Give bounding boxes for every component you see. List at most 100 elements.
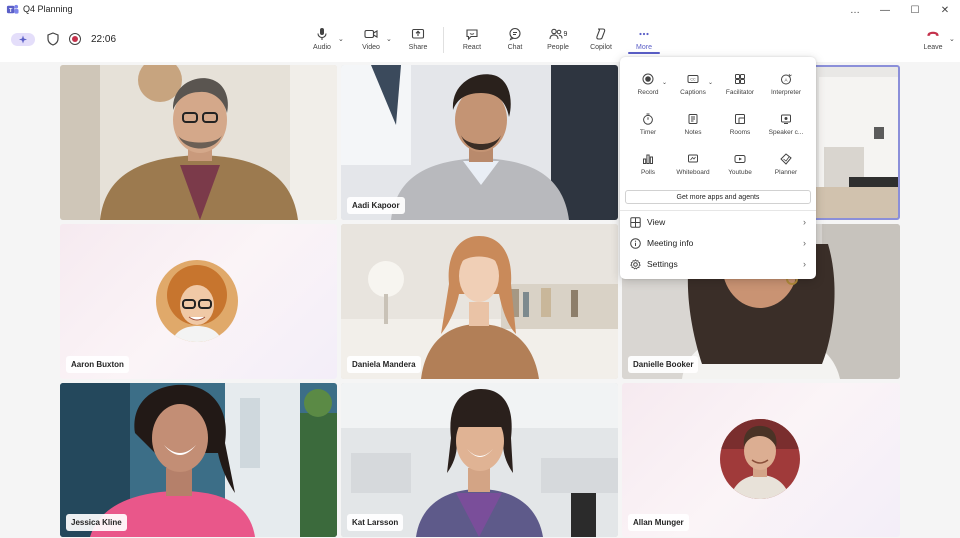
whiteboard-menu-item[interactable]: Whiteboard <box>669 153 717 176</box>
timer-menu-item[interactable]: Timer <box>624 113 672 136</box>
planner-label: Planner <box>774 169 798 176</box>
participant-tile[interactable]: Aadi Kapoor <box>341 65 618 220</box>
speaker-coach-menu-item[interactable]: Speaker c... <box>762 113 810 136</box>
facilitator-icon <box>735 74 745 84</box>
participant-name: Danielle Booker <box>628 356 699 373</box>
people-icon <box>548 28 563 40</box>
teams-logo-icon: T <box>6 4 19 14</box>
recording-indicator-icon[interactable] <box>69 33 81 45</box>
participant-name: Kat Larsson <box>347 514 404 531</box>
record-options-chevron-icon[interactable]: ⌄ <box>662 79 667 86</box>
participant-tile[interactable]: Jessica Kline <box>60 383 337 537</box>
more-active-indicator <box>628 52 660 54</box>
rooms-menu-item[interactable]: Rooms <box>716 113 764 136</box>
leave-options-chevron-icon[interactable]: ⌄ <box>949 35 955 43</box>
window-controls: … — ☐ ✕ <box>840 0 960 20</box>
meeting-info-menu-row[interactable]: Meeting info › <box>620 233 816 253</box>
close-window-button[interactable]: ✕ <box>930 0 960 20</box>
more-options-button[interactable]: … <box>840 0 870 20</box>
maximize-button[interactable]: ☐ <box>900 0 930 20</box>
participant-tile[interactable]: Daniela Mandera <box>341 224 618 379</box>
avatar <box>156 260 238 342</box>
notes-menu-item[interactable]: Notes <box>669 113 717 136</box>
record-icon <box>642 73 654 85</box>
share-label: Share <box>408 44 428 51</box>
title-bar: T Q4 Planning … — ☐ ✕ <box>0 0 960 20</box>
interpreter-label: Interpreter <box>771 89 801 96</box>
chevron-right-icon: › <box>803 217 806 227</box>
interpreter-menu-item[interactable]: A Interpreter <box>762 73 810 96</box>
facilitator-menu-item[interactable]: Facilitator <box>716 73 764 96</box>
more-menu: Record ⌄ CC Captions ⌄ Facilitator A Int… <box>620 57 816 279</box>
share-screen-icon <box>411 28 425 39</box>
participant-name: Jessica Kline <box>66 514 127 531</box>
settings-icon <box>630 258 641 270</box>
speaker-coach-label: Speaker c... <box>768 129 804 136</box>
timer-icon <box>643 113 653 125</box>
meeting-timer: 22:06 <box>91 34 117 45</box>
participant-name: Aadi Kapoor <box>347 197 405 214</box>
copilot-sparkle-button[interactable] <box>11 33 35 46</box>
copilot-label: Copilot <box>590 44 612 51</box>
participant-tile[interactable]: Kat Larsson <box>341 383 618 537</box>
chat-icon <box>509 27 521 41</box>
notes-icon <box>688 114 698 124</box>
view-label: View <box>647 217 666 227</box>
meeting-toolbar: 22:06 Audio ⌄ Video ⌄ Share React Chat 9… <box>0 20 960 62</box>
polls-icon <box>643 154 654 164</box>
planner-icon <box>780 153 792 165</box>
polls-label: Polls <box>640 169 656 176</box>
participant-tile[interactable]: Aaron Buxton <box>60 224 337 379</box>
more-button[interactable]: More <box>627 27 661 51</box>
leave-button[interactable]: Leave <box>916 27 950 51</box>
view-menu-row[interactable]: View › <box>620 212 816 232</box>
view-icon <box>630 216 641 228</box>
people-count: 9 <box>563 30 568 38</box>
chevron-right-icon: › <box>803 238 806 248</box>
get-more-apps-button[interactable]: Get more apps and agents <box>625 190 811 204</box>
microphone-icon <box>317 28 327 40</box>
captions-label: Captions <box>680 89 706 96</box>
planner-menu-item[interactable]: Planner <box>762 153 810 176</box>
audio-button[interactable]: Audio <box>305 27 339 51</box>
captions-options-chevron-icon[interactable]: ⌄ <box>708 79 713 86</box>
svg-text:A: A <box>784 77 787 82</box>
participant-tile[interactable] <box>60 65 337 220</box>
timer-label: Timer <box>639 129 657 136</box>
copilot-button[interactable]: Copilot <box>584 27 618 51</box>
video-button[interactable]: Video <box>354 27 388 51</box>
camera-icon <box>364 29 378 39</box>
video-label: Video <box>362 44 380 51</box>
whiteboard-label: Whiteboard <box>676 169 710 176</box>
chat-button[interactable]: Chat <box>498 27 532 51</box>
youtube-menu-item[interactable]: Youtube <box>716 153 764 176</box>
participant-name: Aaron Buxton <box>66 356 129 373</box>
interpreter-icon: A <box>781 73 792 85</box>
people-button[interactable]: 9 People <box>541 27 575 51</box>
menu-divider <box>620 210 816 211</box>
speaker-coach-icon <box>781 114 791 124</box>
meeting-info-label: Meeting info <box>647 238 694 248</box>
captions-icon: CC <box>687 75 699 83</box>
notes-label: Notes <box>684 129 702 136</box>
minimize-button[interactable]: — <box>870 0 900 20</box>
copilot-icon <box>596 28 606 40</box>
chat-label: Chat <box>507 44 523 51</box>
info-icon <box>630 237 641 249</box>
participant-tile[interactable]: Allan Munger <box>622 383 900 537</box>
share-button[interactable]: Share <box>401 27 435 51</box>
youtube-icon <box>734 155 746 163</box>
record-label: Record <box>637 89 659 96</box>
react-label: React <box>462 44 482 51</box>
video-options-chevron-icon[interactable]: ⌄ <box>386 35 392 43</box>
window-title: Q4 Planning <box>23 4 73 14</box>
polls-menu-item[interactable]: Polls <box>624 153 672 176</box>
shield-icon[interactable] <box>47 32 59 46</box>
avatar-photo <box>156 260 238 342</box>
sparkle-icon <box>19 35 27 44</box>
settings-label: Settings <box>647 259 678 269</box>
audio-options-chevron-icon[interactable]: ⌄ <box>338 35 344 43</box>
settings-menu-row[interactable]: Settings › <box>620 254 816 274</box>
participant-video <box>60 65 337 220</box>
react-button[interactable]: React <box>455 27 489 51</box>
